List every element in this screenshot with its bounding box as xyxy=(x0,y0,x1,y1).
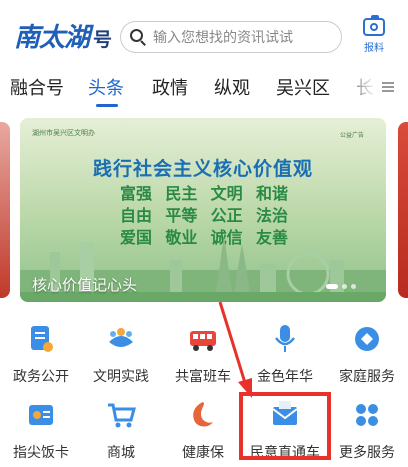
next-banner-card[interactable] xyxy=(398,122,408,298)
service-label: 商城 xyxy=(107,445,135,461)
prev-banner-card[interactable] xyxy=(0,122,10,298)
value-word: 自由 xyxy=(119,206,152,225)
more-grid-icon xyxy=(356,404,378,426)
family-service-icon xyxy=(355,327,379,351)
search-placeholder: 输入您想找的资讯试试 xyxy=(153,30,293,46)
banner-carousel[interactable]: 湖州市吴兴区文明办 公益广告 践行社会主义核心价值观 富强 民主 文明 和谐 自… xyxy=(0,116,408,302)
service-label: 更多服务 xyxy=(339,445,395,461)
service-meal-card[interactable]: 指尖饭卡 xyxy=(0,398,82,467)
tab-toutiao[interactable]: 头条 xyxy=(88,74,124,100)
service-label: 健康保 xyxy=(182,445,224,461)
service-mall[interactable]: 商城 xyxy=(80,398,162,467)
channel-tabs: 融合号 头条 政情 纵观 吴兴区 长 xyxy=(0,68,408,108)
tab-wuxingqu[interactable]: 吴兴区 xyxy=(276,74,330,100)
camera-icon xyxy=(363,15,385,36)
active-tab-indicator xyxy=(96,104,118,107)
shopping-cart-icon xyxy=(108,403,136,428)
service-bus[interactable]: 共富班车 xyxy=(162,322,244,392)
gov-doc-icon xyxy=(31,326,53,352)
search-icon xyxy=(129,28,147,46)
service-label: 指尖饭卡 xyxy=(13,445,69,461)
banner-caption: 核心价值记心头 xyxy=(32,276,138,294)
banner-ad-text: 公益广告 xyxy=(340,132,365,139)
service-label: 共富班车 xyxy=(175,369,231,385)
bus-icon xyxy=(190,331,216,351)
service-grid: 政务公开 文明实践 共富班车 金色年华 家庭服务 指尖饭卡 商城 健康保 民意直… xyxy=(0,318,408,467)
service-health[interactable]: 健康保 xyxy=(162,398,244,467)
microphone-icon xyxy=(275,325,295,352)
civilization-icon xyxy=(109,328,133,347)
report-button[interactable]: 报料 xyxy=(356,15,392,60)
logo-main-text: 南太湖 xyxy=(14,23,90,53)
service-more[interactable]: 更多服务 xyxy=(326,398,408,467)
banner-title: 践行社会主义核心价值观 xyxy=(92,158,313,180)
app-logo[interactable]: 南太湖 号 xyxy=(14,20,112,54)
values-row: 自由 平等 公正 法治 xyxy=(116,202,292,225)
service-civilization[interactable]: 文明实践 xyxy=(80,322,162,392)
value-word: 平等 xyxy=(165,206,198,225)
tab-zongguan[interactable]: 纵观 xyxy=(214,74,250,100)
service-label: 文明实践 xyxy=(93,369,149,385)
tab-ronghehao[interactable]: 融合号 xyxy=(10,74,64,100)
search-input[interactable]: 输入您想找的资讯试试 xyxy=(120,21,342,53)
value-word: 法治 xyxy=(255,206,288,225)
logo-sub-text: 号 xyxy=(93,29,113,51)
value-word: 公正 xyxy=(210,206,243,225)
service-label: 家庭服务 xyxy=(339,369,395,385)
service-gov-open[interactable]: 政务公开 xyxy=(0,322,82,392)
banner-slide[interactable]: 湖州市吴兴区文明办 公益广告 践行社会主义核心价值观 富强 民主 文明 和谐 自… xyxy=(20,118,386,302)
value-word: 和谐 xyxy=(255,184,288,203)
banner-org-text: 湖州市吴兴区文明办 xyxy=(32,129,95,137)
pager-dot xyxy=(351,284,356,289)
report-label: 报料 xyxy=(364,43,384,54)
pager-dot-active xyxy=(326,284,338,289)
tab-fade-overlay xyxy=(336,68,376,108)
highlight-box xyxy=(239,392,331,460)
value-word: 富强 xyxy=(119,184,152,203)
service-family[interactable]: 家庭服务 xyxy=(326,322,408,392)
values-row: 富强 民主 文明 和谐 xyxy=(116,180,292,203)
health-insurance-icon xyxy=(193,402,213,427)
tab-zhengqing[interactable]: 政情 xyxy=(152,74,188,100)
service-label: 政务公开 xyxy=(13,369,69,385)
service-label: 金色年华 xyxy=(257,369,313,385)
service-golden-years[interactable]: 金色年华 xyxy=(244,322,326,392)
value-word: 文明 xyxy=(210,184,243,203)
app-header: 南太湖 号 输入您想找的资讯试试 报料 xyxy=(0,0,408,68)
meal-card-icon xyxy=(29,405,53,425)
value-word: 民主 xyxy=(165,184,198,203)
carousel-pager xyxy=(326,284,356,289)
menu-icon[interactable] xyxy=(382,82,394,92)
pager-dot xyxy=(342,284,347,289)
